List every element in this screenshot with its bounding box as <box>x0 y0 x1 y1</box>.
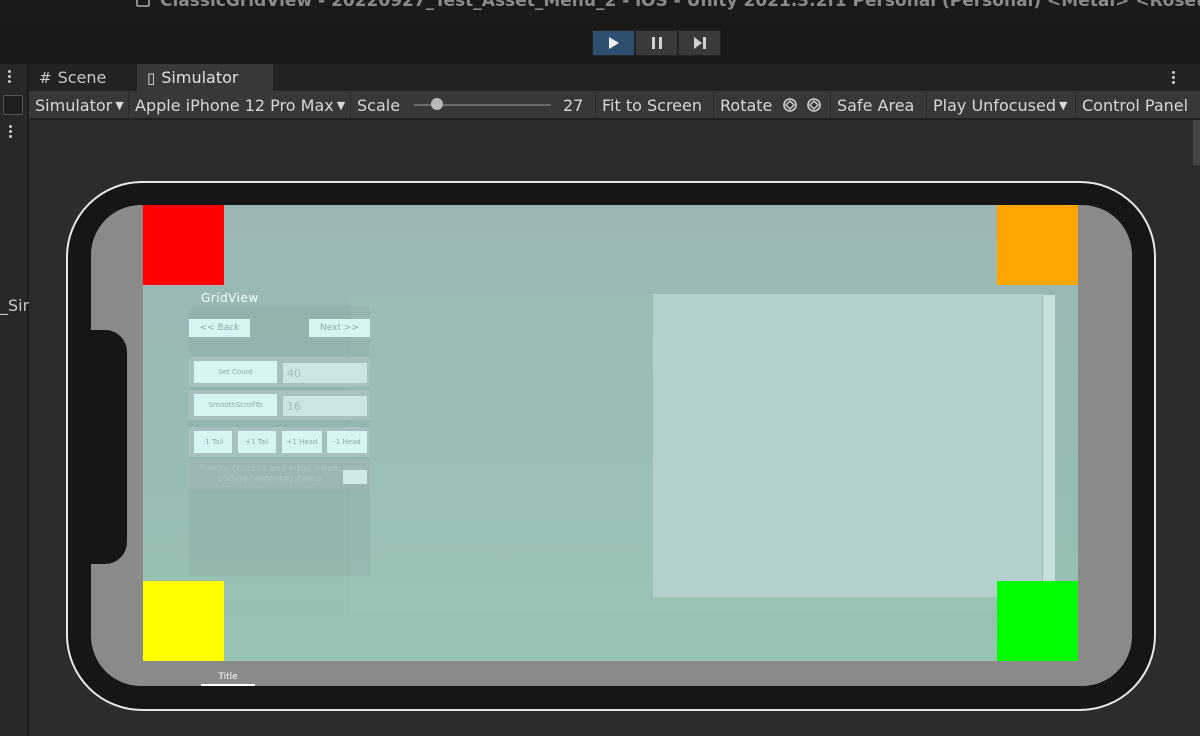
hierarchy-item-label[interactable]: _Sin <box>0 296 33 315</box>
play-unfocused-label: Play Unfocused <box>933 95 1056 115</box>
scene-tools-icon[interactable] <box>3 95 23 115</box>
device-icon: ▯ <box>147 68 156 87</box>
window-title: ClassicGridView - 20220927_Test_Asset_Me… <box>160 0 1200 11</box>
tab-scene[interactable]: # Scene <box>29 64 137 91</box>
grid-icon: # <box>39 68 52 87</box>
gridview-title: GridView <box>201 291 259 305</box>
rotate-control: Rotate <box>714 91 831 119</box>
scale-value: 27 <box>563 95 584 115</box>
remove-tail-button[interactable]: -1 Tail <box>194 431 232 453</box>
view-tab-strip: # Scene ▯ Simulator <box>29 64 1200 91</box>
device-dropdown-label: Apple iPhone 12 Pro Max <box>135 95 334 115</box>
add-head-button[interactable]: +1 Head <box>282 431 322 453</box>
step-button[interactable] <box>678 30 721 56</box>
game-screen[interactable]: GridView << Back Next >> Set Count 40 Sm… <box>143 205 1078 661</box>
next-button[interactable]: Next >> <box>309 319 370 337</box>
remove-head-button[interactable]: -1 Head <box>327 431 367 453</box>
rotate-right-icon[interactable] <box>804 96 824 114</box>
simulator-toolbar: Simulator ▼ Apple iPhone 12 Pro Max ▼ Sc… <box>29 91 1200 119</box>
rotate-left-icon[interactable] <box>780 96 800 114</box>
chevron-down-icon: ▼ <box>336 98 346 112</box>
hierarchy-panel-collapsed: _Sin <box>0 64 33 736</box>
fit-to-screen-label: Fit to Screen <box>602 95 702 115</box>
tab-scene-label: Scene <box>57 68 107 87</box>
device-dropdown[interactable]: Apple iPhone 12 Pro Max ▼ <box>129 91 351 119</box>
fit-to-screen-button[interactable]: Fit to Screen <box>596 91 714 119</box>
set-count-input[interactable]: 40 <box>283 363 367 383</box>
back-button[interactable]: << Back <box>189 319 250 337</box>
play-controls <box>592 30 721 56</box>
play-button[interactable] <box>592 30 635 56</box>
chevron-down-icon: ▼ <box>1059 98 1068 112</box>
tab-simulator[interactable]: ▯ Simulator <box>137 64 273 91</box>
pause-icon <box>651 37 662 49</box>
chevron-down-icon: ▼ <box>115 98 124 112</box>
mode-dropdown[interactable]: Simulator ▼ <box>29 91 129 119</box>
grid-scrollbar[interactable] <box>1042 295 1055 582</box>
smooth-scroll-input[interactable]: 16 <box>283 396 367 416</box>
overflow-menu-icon[interactable] <box>9 125 12 140</box>
mode-dropdown-label: Simulator <box>35 95 113 115</box>
grid-scroll-view[interactable] <box>653 294 1044 597</box>
main-toolbar <box>0 22 1200 64</box>
safe-area-corner-bottom-right <box>997 581 1078 661</box>
play-icon <box>608 37 619 49</box>
freeze-label: Freeze content and edge when adding/remo… <box>199 464 339 484</box>
control-panel-label: Control Panel <box>1082 95 1189 115</box>
device-notch <box>91 330 127 564</box>
safe-area-corner-top-left <box>143 205 224 285</box>
tab-menu-icon[interactable] <box>1172 71 1175 86</box>
rotate-label: Rotate <box>720 95 773 115</box>
play-unfocused-dropdown[interactable]: Play Unfocused ▼ <box>927 91 1076 119</box>
tab-simulator-label: Simulator <box>161 68 239 87</box>
control-panel-button[interactable]: Control Panel <box>1076 91 1200 119</box>
freeze-toggle[interactable] <box>343 470 367 484</box>
safe-area-label: Safe Area <box>837 95 915 115</box>
step-icon <box>693 37 706 49</box>
set-count-button[interactable]: Set Count <box>194 361 277 383</box>
safe-area-corner-bottom-left <box>143 581 224 661</box>
panel-menu-icon[interactable] <box>8 70 11 85</box>
add-tail-button[interactable]: +1 Tail <box>238 431 276 453</box>
safe-area-toggle[interactable]: Safe Area <box>831 91 927 119</box>
unity-logo-icon <box>136 0 150 7</box>
pause-button[interactable] <box>635 30 678 56</box>
smooth-scroll-button[interactable]: SmoothScrollTo <box>194 394 277 416</box>
window-title-bar: ClassicGridView - 20220927_Test_Asset_Me… <box>0 0 1200 22</box>
viewport-scrollbar[interactable] <box>1193 120 1200 165</box>
bottom-title-tab[interactable]: Title <box>201 672 255 686</box>
scale-label: Scale <box>357 95 401 115</box>
safe-area-corner-top-right <box>997 205 1078 285</box>
